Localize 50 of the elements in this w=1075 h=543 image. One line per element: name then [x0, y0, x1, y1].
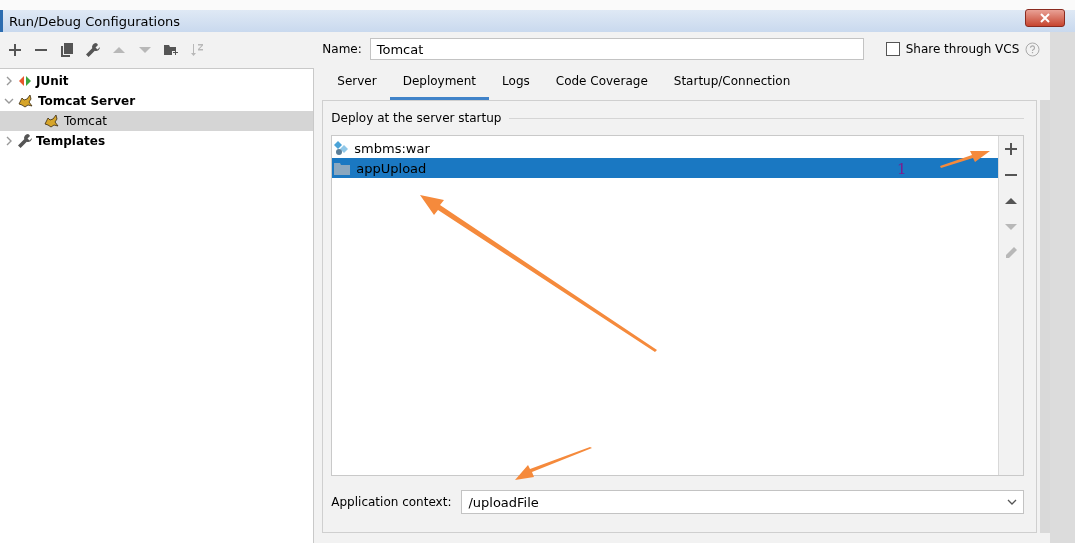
collapsed-chevron-icon[interactable]	[4, 136, 14, 146]
toolbar-button[interactable]	[6, 41, 24, 59]
context-dropdown[interactable]: /uploadFile	[461, 490, 1025, 514]
context-label: Application context:	[331, 495, 452, 509]
junit-icon	[18, 75, 32, 87]
close-icon	[1040, 13, 1050, 23]
name-field[interactable]: Tomcat	[369, 38, 864, 60]
share-checkbox[interactable]	[885, 42, 900, 56]
scrollbar[interactable]	[1040, 100, 1051, 533]
item-label: appUpload	[356, 160, 427, 176]
item-label: smbms:war	[354, 140, 430, 156]
add-folder-icon	[164, 43, 178, 57]
context-value: /uploadFile	[468, 494, 539, 510]
list-item[interactable]: smbms:war	[332, 138, 999, 158]
tab[interactable]: Deployment	[389, 64, 490, 100]
cat-icon	[18, 94, 34, 108]
tree-label: JUnit	[36, 74, 69, 88]
toolbar-button[interactable]	[58, 41, 76, 59]
add-icon	[1004, 142, 1019, 156]
tab[interactable]: Startup/Connection	[660, 64, 804, 100]
share-label: Share through VCS	[905, 42, 1020, 56]
tree-item[interactable]: Templates	[0, 131, 314, 151]
collapsed-chevron-icon[interactable]	[4, 76, 14, 86]
name-label: Name:	[322, 42, 362, 56]
dropdown-caret-icon	[1007, 499, 1018, 505]
artifact-icon	[334, 141, 349, 155]
tree-item[interactable]: Tomcat	[0, 111, 314, 131]
tree-label: Tomcat Server	[38, 94, 136, 108]
window-title: Run/Debug Configurations	[9, 13, 181, 29]
pencil-icon	[1004, 246, 1019, 260]
tree-label: Templates	[36, 134, 106, 148]
annotation-number: 1	[897, 160, 907, 178]
wrench-icon	[86, 43, 100, 57]
section-title: Deploy at the server startup	[331, 111, 502, 125]
tree-label: Tomcat	[64, 114, 107, 128]
tree-item[interactable]: Tomcat Server	[0, 91, 314, 111]
close-button[interactable]	[1025, 9, 1065, 27]
wrench-icon	[18, 134, 32, 148]
tree-item[interactable]: JUnit	[0, 71, 314, 91]
sort-icon	[190, 43, 204, 57]
toolbar-button[interactable]	[84, 41, 102, 59]
copy-icon	[60, 43, 74, 57]
tab[interactable]: Code Coverage	[542, 64, 661, 100]
annotation-arrow	[940, 151, 990, 168]
folder-icon	[334, 161, 351, 175]
expanded-chevron-icon[interactable]	[4, 96, 14, 106]
tab[interactable]: Logs	[489, 64, 543, 100]
cat-icon	[44, 114, 60, 128]
tab[interactable]: Server	[324, 64, 390, 100]
add-icon	[8, 43, 22, 57]
